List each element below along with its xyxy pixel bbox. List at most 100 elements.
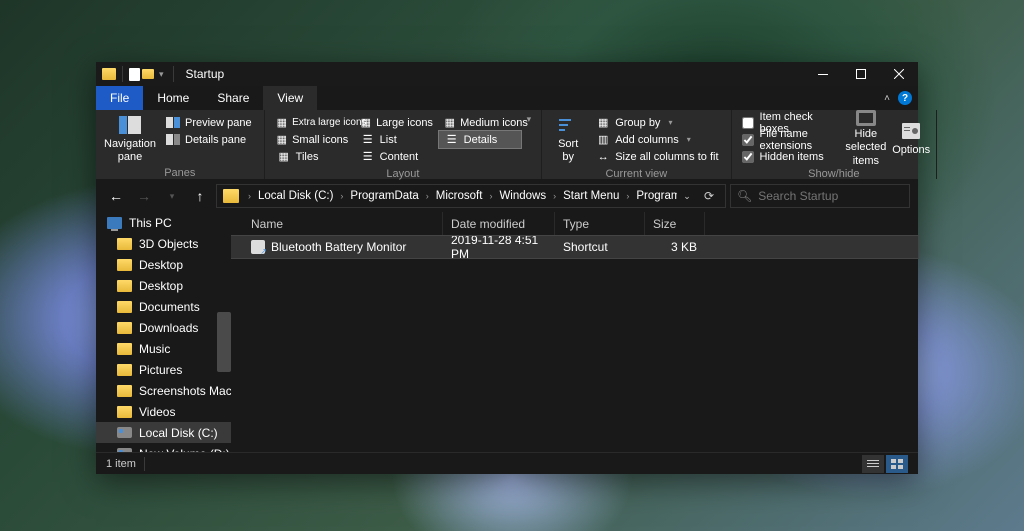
sort-icon xyxy=(556,114,580,136)
breadcrumb-segment[interactable]: Windows xyxy=(497,190,548,202)
file-list[interactable]: NameDate modifiedTypeSize Bluetooth Batt… xyxy=(231,212,918,452)
column-header[interactable]: Size xyxy=(645,212,705,235)
preview-pane-icon xyxy=(166,117,180,129)
breadcrumb-segment[interactable]: Start Menu xyxy=(561,190,621,202)
column-headers: NameDate modifiedTypeSize xyxy=(231,212,918,236)
address-dropdown-icon[interactable]: ⌄ xyxy=(677,186,697,206)
sidebar-item[interactable]: Music xyxy=(96,338,231,359)
breadcrumb-segment[interactable]: Microsoft xyxy=(434,190,485,202)
group-by-button[interactable]: ▦Group by▾ xyxy=(590,114,724,131)
details-pane-icon xyxy=(166,134,180,146)
preview-pane-button[interactable]: Preview pane xyxy=(160,114,258,131)
column-header[interactable]: Name xyxy=(243,212,443,235)
fld-icon xyxy=(116,405,132,419)
fld-icon xyxy=(116,300,132,314)
layout-details[interactable]: ☰Details xyxy=(439,131,521,148)
navigation-pane-button[interactable]: Navigation pane xyxy=(102,114,158,164)
sidebar-item[interactable]: Downloads xyxy=(96,317,231,338)
sidebar-item[interactable]: Pictures xyxy=(96,359,231,380)
minimize-button[interactable] xyxy=(804,62,842,86)
chevron-right-icon[interactable]: › xyxy=(621,191,634,201)
sidebar-item[interactable]: Videos xyxy=(96,401,231,422)
drv-icon xyxy=(116,426,132,440)
columns-icon: ▥ xyxy=(596,134,610,146)
content-area: This PC3D ObjectsDesktopDesktopDocuments… xyxy=(96,212,918,452)
navigation-tree[interactable]: This PC3D ObjectsDesktopDesktopDocuments… xyxy=(96,212,231,452)
breadcrumb-segment[interactable]: ProgramData xyxy=(348,190,420,202)
ribbon-group-show-hide: Item check boxes File name extensions Hi… xyxy=(732,110,938,179)
properties-icon[interactable] xyxy=(129,68,140,81)
up-button[interactable]: ↑ xyxy=(188,184,212,208)
tab-home[interactable]: Home xyxy=(143,86,203,110)
layout-content[interactable]: ☰Content xyxy=(355,148,437,165)
breadcrumb-segment[interactable]: Programs xyxy=(634,190,677,202)
breadcrumb-segment[interactable]: Local Disk (C:) xyxy=(256,190,335,202)
sidebar-item[interactable]: Documents xyxy=(96,296,231,317)
hide-icon xyxy=(854,110,878,126)
file-row[interactable]: Bluetooth Battery Monitor2019-11-28 4:51… xyxy=(231,236,918,258)
recent-dropdown-icon[interactable]: ▾ xyxy=(160,184,184,208)
qat-dropdown-icon[interactable]: ▾ xyxy=(156,69,167,80)
address-bar[interactable]: › Local Disk (C:)›ProgramData›Microsoft›… xyxy=(216,184,726,208)
refresh-button[interactable]: ⟳ xyxy=(699,186,719,206)
close-button[interactable] xyxy=(880,62,918,86)
layout-medium[interactable]: ▦Medium icons xyxy=(439,114,521,131)
tab-file[interactable]: File xyxy=(96,86,143,110)
sidebar-item[interactable]: Desktop xyxy=(96,254,231,275)
tab-view[interactable]: View xyxy=(263,86,317,110)
maximize-button[interactable] xyxy=(842,62,880,86)
content-icon: ☰ xyxy=(361,151,375,163)
size-columns-button[interactable]: ↔Size all columns to fit xyxy=(590,148,724,165)
search-icon: 🔍︎ xyxy=(737,189,752,203)
column-header[interactable]: Type xyxy=(555,212,645,235)
sidebar-item[interactable]: Screenshots MacBoo xyxy=(96,380,231,401)
details-pane-button[interactable]: Details pane xyxy=(160,131,258,148)
add-columns-button[interactable]: ▥Add columns▾ xyxy=(590,131,724,148)
sidebar-item[interactable]: Local Disk (C:) xyxy=(96,422,231,443)
sidebar-item[interactable]: This PC xyxy=(96,212,231,233)
new-folder-icon[interactable] xyxy=(142,69,154,79)
chevron-right-icon[interactable]: › xyxy=(484,191,497,201)
chevron-right-icon[interactable]: › xyxy=(335,191,348,201)
search-input[interactable] xyxy=(758,189,913,203)
help-icon[interactable]: ? xyxy=(898,91,912,105)
window-title: Startup xyxy=(184,67,225,81)
hidden-items-checkbox[interactable]: Hidden items xyxy=(738,148,840,165)
title-bar[interactable]: ▾ Startup xyxy=(96,62,918,86)
search-box[interactable]: 🔍︎ xyxy=(730,184,910,208)
back-button[interactable]: ← xyxy=(104,184,128,208)
layout-small[interactable]: ▦Small icons xyxy=(271,131,353,148)
grid-icon: ▦ xyxy=(277,134,287,146)
collapse-ribbon-icon[interactable]: ˄ xyxy=(880,89,894,108)
menu-bar: File Home Share View ˄ ? xyxy=(96,86,918,110)
sidebar-item[interactable]: 3D Objects xyxy=(96,233,231,254)
scrollbar-thumb[interactable] xyxy=(217,312,231,372)
chevron-right-icon[interactable]: › xyxy=(548,191,561,201)
layout-extra-large[interactable]: ▦Extra large icons xyxy=(271,114,353,131)
column-header[interactable]: Date modified xyxy=(443,212,555,235)
thumbnails-view-button[interactable] xyxy=(886,455,908,473)
fld-icon xyxy=(116,258,132,272)
fld-icon xyxy=(116,279,132,293)
sidebar-item[interactable]: New Volume (D:) xyxy=(96,443,231,452)
layout-tiles[interactable]: ▦Tiles xyxy=(271,148,353,165)
chevron-right-icon[interactable]: › xyxy=(421,191,434,201)
fld-icon xyxy=(116,363,132,377)
sidebar-item[interactable]: Desktop xyxy=(96,275,231,296)
fld-icon xyxy=(116,321,132,335)
forward-button[interactable]: → xyxy=(132,184,156,208)
layout-list[interactable]: ☰List xyxy=(355,131,437,148)
hide-selected-button[interactable]: Hide selected items xyxy=(842,114,891,164)
options-icon xyxy=(899,120,923,142)
file-name-extensions-checkbox[interactable]: File name extensions xyxy=(738,131,840,148)
tab-share[interactable]: Share xyxy=(203,86,263,110)
sort-by-button[interactable]: Sort by xyxy=(548,114,588,164)
grid-icon: ▦ xyxy=(361,117,371,129)
folder-icon xyxy=(102,68,116,80)
options-button[interactable]: Options xyxy=(892,114,930,164)
details-view-button[interactable] xyxy=(862,455,884,473)
layout-more-icon[interactable]: ▾ xyxy=(527,114,532,125)
ribbon-group-panes: Navigation pane Preview pane Details pan… xyxy=(96,110,265,179)
layout-large[interactable]: ▦Large icons xyxy=(355,114,437,131)
chevron-right-icon[interactable]: › xyxy=(243,191,256,201)
